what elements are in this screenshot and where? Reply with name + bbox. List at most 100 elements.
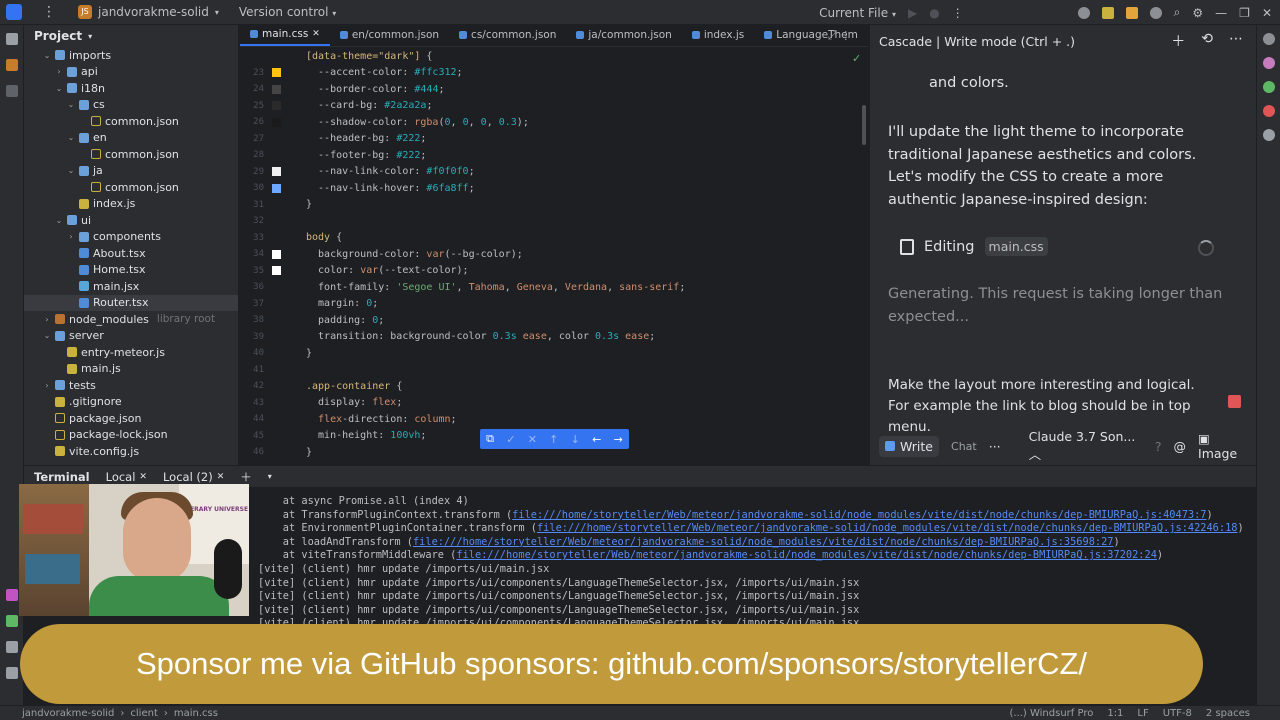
database-icon[interactable] (1263, 57, 1275, 69)
ai-assistant-icon[interactable] (1149, 6, 1162, 19)
gradle-icon[interactable] (1263, 105, 1275, 117)
chevron-right-icon[interactable]: › (42, 381, 52, 390)
prev-change-icon[interactable]: ↑ (549, 433, 558, 446)
tree-item[interactable]: ⌄ cs (24, 97, 238, 114)
color-swatch[interactable] (272, 117, 281, 127)
chevron-right-icon[interactable]: › (42, 315, 52, 324)
more-tools-icon[interactable] (6, 85, 18, 97)
chat-mode-button[interactable]: Chat (951, 440, 977, 453)
structure-tool-icon[interactable] (6, 59, 18, 71)
tree-item[interactable]: .gitignore (24, 394, 238, 411)
tree-item[interactable]: ⌄ imports (24, 47, 238, 64)
breadcrumb-item[interactable]: jandvorakme-solid (22, 708, 114, 719)
code-line[interactable]: 36 font-family: 'Segoe UI', Tahoma, Gene… (240, 279, 868, 296)
ai-icon[interactable] (1263, 81, 1275, 93)
accept-change-icon[interactable]: ✓ (506, 433, 515, 446)
tab-overflow-icon[interactable]: ⤢ ⋮ (828, 29, 851, 43)
version-control-menu[interactable]: Version control ▾ (239, 5, 336, 19)
tree-item[interactable]: package.json (24, 410, 238, 427)
tree-item[interactable]: › api (24, 64, 238, 81)
tree-item[interactable]: common.json (24, 146, 238, 163)
minimize-icon[interactable]: — (1215, 6, 1227, 20)
debug-icon[interactable]: ● (929, 6, 939, 20)
more-actions-icon[interactable]: ⋮ (952, 6, 964, 20)
terminal-file-link[interactable]: file:///home/storyteller/Web/meteor/jand… (456, 549, 1157, 561)
code-line[interactable]: 28 --footer-bg: #222; (240, 147, 868, 164)
close-icon[interactable]: ✕ (217, 472, 225, 482)
status-item[interactable]: (...) Windsurf Pro (1009, 708, 1093, 719)
code-editor[interactable]: [data-theme="dark"] {23 --accent-color: … (240, 47, 868, 460)
editor-tab[interactable]: en/common.json (330, 24, 449, 46)
image-attach-button[interactable]: ▣ Image (1198, 431, 1249, 461)
model-selector[interactable]: Claude 3.7 Son... ︿ (1029, 429, 1143, 463)
chevron-down-icon[interactable]: ⌄ (54, 216, 64, 225)
main-menu-button[interactable]: ⋮ (42, 4, 56, 20)
chevron-down-icon[interactable]: ▾ (268, 472, 272, 481)
status-item[interactable]: UTF-8 (1163, 708, 1192, 719)
new-chat-plus-icon[interactable]: ＋ (1171, 31, 1185, 51)
search-icon[interactable]: ⌕ (1174, 5, 1181, 20)
terminal-file-link[interactable]: file:///home/storyteller/Web/meteor/jand… (413, 536, 1114, 548)
help-icon[interactable]: ? (1155, 439, 1162, 454)
new-terminal-plus-icon[interactable]: ＋ (240, 469, 252, 485)
prev-file-icon[interactable]: ← (592, 433, 601, 446)
tree-item[interactable]: main.js (24, 361, 238, 378)
tree-item[interactable]: ⌄ server (24, 328, 238, 345)
color-swatch[interactable] (272, 266, 281, 276)
status-item[interactable]: 1:1 (1107, 708, 1123, 719)
editor-scrollbar[interactable] (862, 105, 866, 145)
maximize-icon[interactable]: ❐ (1239, 6, 1250, 20)
chevron-down-icon[interactable]: ⌄ (54, 84, 64, 93)
tree-item[interactable]: › tests (24, 377, 238, 394)
terminal-tab-local[interactable]: Local (106, 470, 136, 484)
next-change-icon[interactable]: ↓ (571, 433, 580, 446)
chevron-down-icon[interactable]: ⌄ (66, 166, 76, 175)
tree-item[interactable]: About.tsx (24, 245, 238, 262)
tree-item[interactable]: ⌄ ui (24, 212, 238, 229)
write-mode-button[interactable]: Write (879, 435, 940, 457)
tree-item[interactable]: main.jsx (24, 278, 238, 295)
terminal-tool-icon[interactable] (6, 641, 18, 653)
run-icon[interactable]: ▶ (908, 6, 917, 20)
project-panel-header[interactable]: Project ▾ (24, 25, 238, 47)
mention-icon[interactable]: @ (1174, 439, 1187, 454)
tree-item[interactable]: Home.tsx (24, 262, 238, 279)
editor-tab[interactable]: cs/common.json (449, 24, 566, 46)
git-icon[interactable] (6, 667, 18, 679)
code-line[interactable]: 29 --nav-link-color: #f0f0f0; (240, 164, 868, 181)
code-line[interactable]: 23 --accent-color: #ffc312; (240, 65, 868, 82)
code-line[interactable]: 32 (240, 213, 868, 230)
terminal-tab-local-2[interactable]: Local (2) (163, 470, 213, 484)
tree-item[interactable]: ⌄ i18n (24, 80, 238, 97)
code-line[interactable]: 42 .app-container { (240, 378, 868, 395)
close-icon[interactable]: ✕ (139, 472, 147, 482)
problems-icon[interactable] (6, 615, 18, 627)
color-swatch[interactable] (272, 68, 281, 78)
breadcrumb-item[interactable]: client (130, 708, 157, 719)
editor-tab[interactable]: ja/common.json (566, 24, 681, 46)
status-item[interactable]: 2 spaces (1206, 708, 1250, 719)
code-line[interactable]: 40} (240, 345, 868, 362)
code-line[interactable]: [data-theme="dark"] { (240, 48, 868, 65)
code-line[interactable]: 35 color: var(--text-color); (240, 263, 868, 280)
terminal-file-link[interactable]: file:///home/storyteller/Web/meteor/jand… (537, 522, 1238, 534)
code-line[interactable]: 24 --border-color: #444; (240, 81, 868, 98)
code-line[interactable]: 39 transition: background-color 0.3s eas… (240, 329, 868, 346)
code-line[interactable]: 30 --nav-link-hover: #6fa8ff; (240, 180, 868, 197)
tree-item[interactable]: vite.config.js (24, 443, 238, 460)
tree-item[interactable]: entry-meteor.js (24, 344, 238, 361)
settings-gear-icon[interactable]: ⚙ (1192, 6, 1203, 20)
stop-generation-button[interactable] (1228, 395, 1241, 408)
code-line[interactable]: 27 --header-bg: #222; (240, 131, 868, 148)
services-icon[interactable] (6, 589, 18, 601)
color-swatch[interactable] (272, 101, 281, 111)
editing-file-pill[interactable]: main.css (984, 237, 1048, 256)
code-line[interactable]: 43 display: flex; (240, 395, 868, 412)
notifications-icon[interactable] (1263, 33, 1275, 45)
tree-item[interactable]: common.json (24, 179, 238, 196)
tree-item[interactable]: common.json (24, 113, 238, 130)
code-line[interactable]: 38 padding: 0; (240, 312, 868, 329)
code-line[interactable]: 37 margin: 0; (240, 296, 868, 313)
tree-item[interactable]: Router.tsx (24, 294, 238, 311)
editor-tab[interactable]: main.css ✕ (240, 24, 330, 46)
